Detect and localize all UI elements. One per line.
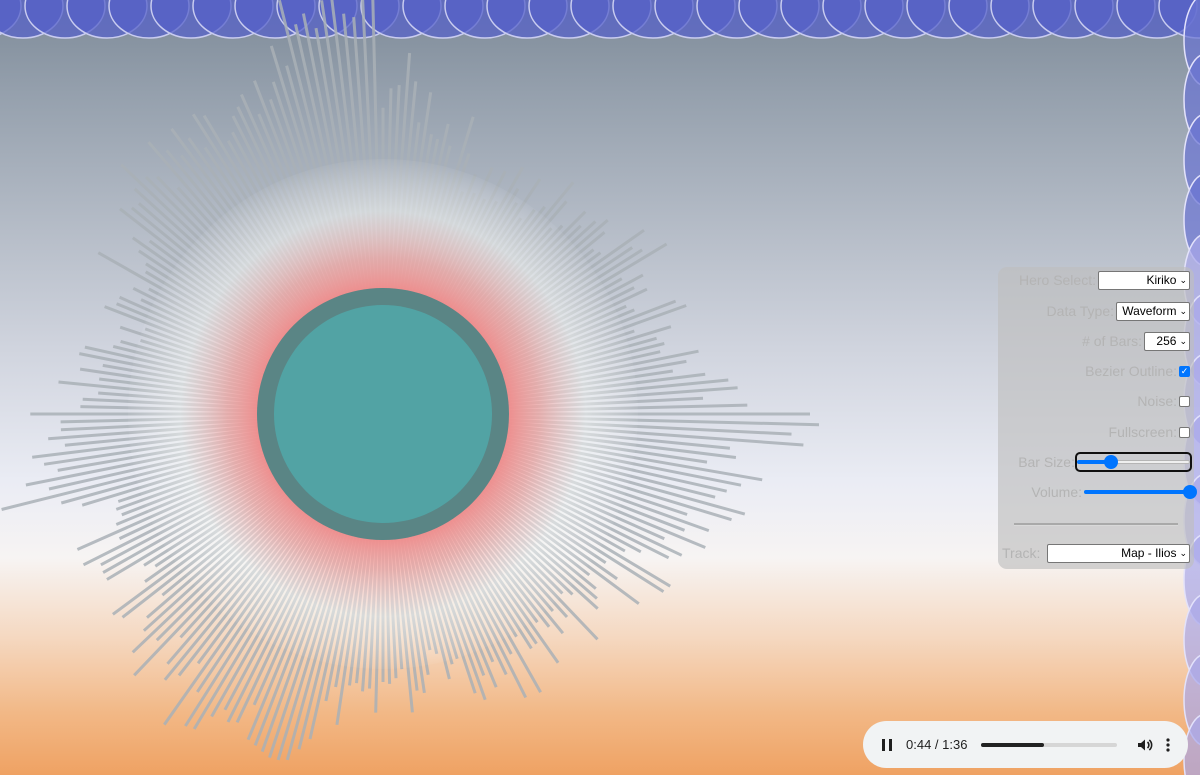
volume-label: Volume: (1031, 484, 1082, 500)
num-bars-value: 256 (1156, 334, 1177, 348)
data-type-dropdown[interactable]: Waveform ⌄ (1116, 301, 1190, 321)
num-bars-dropdown[interactable]: 256 ⌄ (1144, 331, 1190, 351)
noise-checkbox[interactable] (1179, 395, 1190, 407)
chevron-down-icon: ⌄ (1179, 547, 1187, 558)
chevron-down-icon: ⌄ (1179, 274, 1187, 285)
volume-icon[interactable] (1137, 737, 1153, 753)
hero-select-label: Hero Select: (1018, 272, 1096, 288)
noise-row: Noise: (1137, 390, 1190, 412)
volume-row: Volume: (1031, 481, 1197, 503)
data-type-row: Data Type: Waveform ⌄ (1047, 300, 1190, 322)
fullscreen-label: Fullscreen: (1108, 424, 1177, 440)
slider-thumb[interactable] (1103, 455, 1118, 469)
chevron-down-icon: ⌄ (1179, 335, 1187, 346)
hero-select-dropdown[interactable]: Kiriko ⌄ (1098, 270, 1190, 290)
data-type-label: Data Type: (1046, 303, 1114, 319)
orb-core (274, 305, 492, 523)
player-time: 0:44 / 1:36 (906, 737, 968, 752)
controls-panel: Hero Select: Kiriko ⌄ Data Type: Wavefor… (998, 267, 1197, 569)
bezier-outline-label: Bezier Outline: (1085, 363, 1177, 379)
pause-icon[interactable] (880, 738, 894, 752)
track-label: Track: (1002, 545, 1041, 561)
bar-size-slider[interactable] (1075, 452, 1192, 472)
track-row: Track: Map - Ilios ⌄ (1002, 542, 1190, 564)
hero-select-row: Hero Select: Kiriko ⌄ (1019, 269, 1190, 291)
hero-select-value: Kiriko (1146, 273, 1177, 287)
bezier-outline-checkbox[interactable] (1179, 365, 1190, 377)
fullscreen-checkbox[interactable] (1179, 426, 1190, 438)
track-value: Map - Ilios (1121, 546, 1177, 560)
more-vert-icon[interactable] (1165, 737, 1171, 753)
noise-label: Noise: (1137, 393, 1177, 409)
bar-size-row: Bar Size: (1018, 451, 1192, 473)
num-bars-label: # of Bars: (1082, 333, 1142, 349)
decorative-scale-border-top (0, 0, 1200, 39)
audio-player: 0:44 / 1:36 (863, 721, 1188, 768)
volume-slider[interactable] (1084, 484, 1197, 500)
num-bars-row: # of Bars: 256 ⌄ (1082, 330, 1190, 352)
slider-thumb[interactable] (1183, 485, 1197, 499)
fullscreen-row: Fullscreen: (1109, 421, 1190, 443)
bezier-outline-row: Bezier Outline: (1085, 360, 1190, 382)
bar-size-label: Bar Size: (1018, 454, 1075, 470)
track-dropdown[interactable]: Map - Ilios ⌄ (1047, 543, 1190, 563)
seek-bar[interactable] (981, 742, 1118, 747)
divider (1014, 523, 1178, 526)
chevron-down-icon: ⌄ (1179, 305, 1187, 316)
data-type-value: Waveform (1122, 304, 1177, 318)
